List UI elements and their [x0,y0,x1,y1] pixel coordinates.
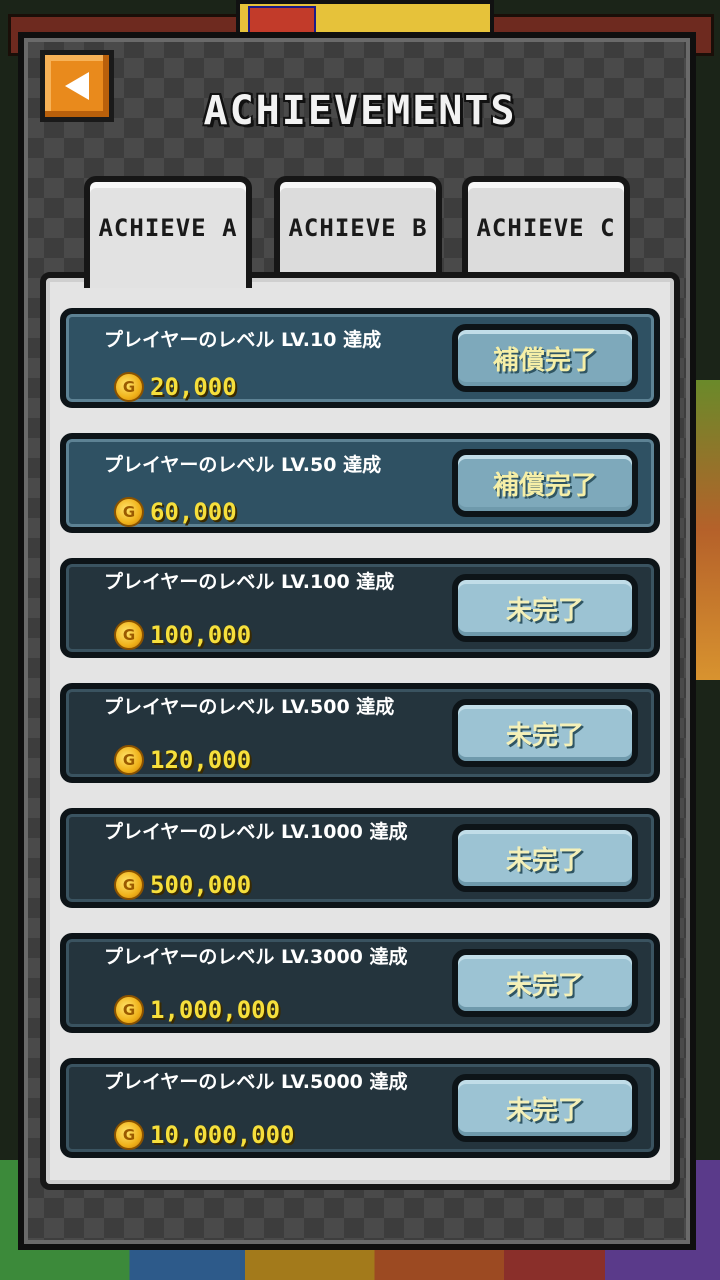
page-title: ACHIEVEMENTS [203,88,517,134]
coin-icon: G [114,745,144,775]
achievement-item: プレイヤーのレベル LV.100 達成 G 100,000 未完了 [60,558,660,658]
status-button[interactable]: 未完了 [452,949,638,1017]
achievement-title: プレイヤーのレベル LV.5000 達成 [104,1071,408,1093]
tab-achieve-b[interactable]: ACHIEVE B [274,176,442,272]
tab-achieve-a[interactable]: ACHIEVE A [84,176,252,288]
achievement-item: プレイヤーのレベル LV.10 達成 G 20,000 補償完了 [60,308,660,408]
reward: G 100,000 [114,618,251,652]
achievement-item: プレイヤーのレベル LV.3000 達成 G 1,000,000 未完了 [60,933,660,1033]
achievement-title: プレイヤーのレベル LV.500 達成 [104,696,395,718]
coin-icon: G [114,995,144,1025]
achievement-item: プレイヤーのレベル LV.500 達成 G 120,000 未完了 [60,683,660,783]
reward: G 20,000 [114,370,237,404]
reward-amount: 60,000 [150,498,237,526]
reward-amount: 10,000,000 [150,1121,295,1149]
reward-amount: 20,000 [150,373,237,401]
coin-icon: G [114,870,144,900]
reward: G 1,000,000 [114,993,280,1027]
tab-achieve-c[interactable]: ACHIEVE C [462,176,630,272]
status-button[interactable]: 補償完了 [452,324,638,392]
flag-icon [248,6,316,34]
achievement-title: プレイヤーのレベル LV.10 達成 [104,329,382,351]
achievement-title: プレイヤーのレベル LV.1000 達成 [104,821,408,843]
status-button[interactable]: 補償完了 [452,449,638,517]
achievement-title: プレイヤーのレベル LV.100 達成 [104,571,395,593]
achievement-title: プレイヤーのレベル LV.50 達成 [104,454,382,476]
reward-amount: 1,000,000 [150,996,281,1024]
reward: G 10,000,000 [114,1118,295,1152]
coin-icon: G [114,372,144,402]
coin-icon: G [114,1120,144,1150]
reward: G 120,000 [114,743,251,777]
achievement-item: プレイヤーのレベル LV.5000 達成 G 10,000,000 未完了 [60,1058,660,1158]
reward-amount: 500,000 [150,871,252,899]
status-button[interactable]: 未完了 [452,1074,638,1142]
coin-icon: G [114,620,144,650]
coin-icon: G [114,497,144,527]
status-button[interactable]: 未完了 [452,699,638,767]
reward-amount: 120,000 [150,746,252,774]
achievement-item: プレイヤーのレベル LV.50 達成 G 60,000 補償完了 [60,433,660,533]
reward-amount: 100,000 [150,621,252,649]
achievement-title: プレイヤーのレベル LV.3000 達成 [104,946,408,968]
reward: G 500,000 [114,868,251,902]
achievement-item: プレイヤーのレベル LV.1000 達成 G 500,000 未完了 [60,808,660,908]
reward: G 60,000 [114,495,237,529]
status-button[interactable]: 未完了 [452,574,638,642]
status-button[interactable]: 未完了 [452,824,638,892]
